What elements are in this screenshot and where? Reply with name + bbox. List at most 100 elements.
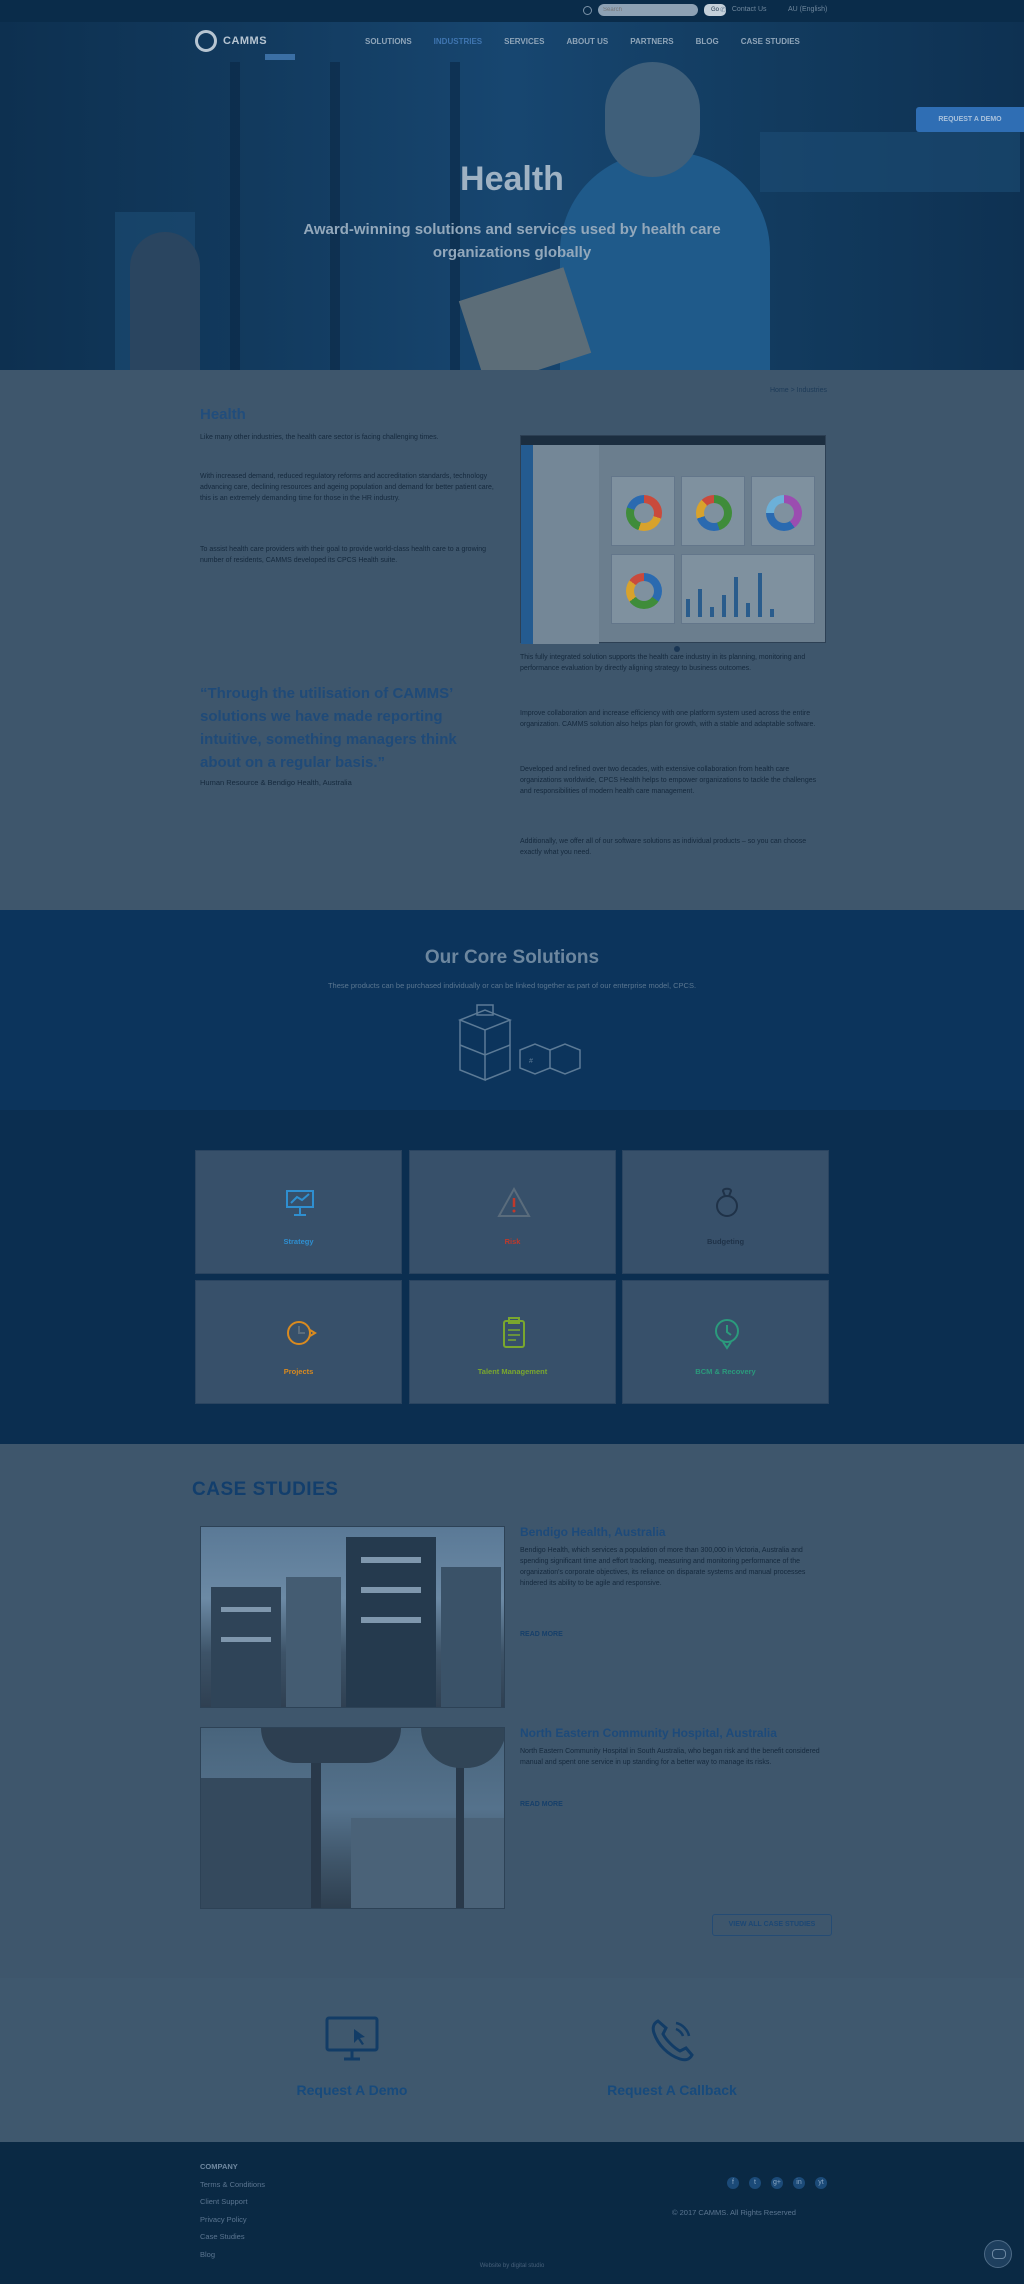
screenshot-nav-panel — [533, 445, 599, 644]
nav-item-partners[interactable]: PARTNERS — [630, 37, 673, 46]
tree-canopy — [261, 1728, 401, 1763]
phone-icon — [651, 2019, 694, 2062]
product-label: Budgeting — [706, 1237, 745, 1246]
warning-triangle-icon — [497, 1186, 531, 1217]
product-card-projects[interactable]: Projects — [195, 1280, 402, 1404]
phone-icon: ✆ — [720, 7, 726, 14]
product-card-budgeting[interactable]: Budgeting — [622, 1150, 829, 1274]
contact-link[interactable]: ✆ Contact Us — [720, 6, 767, 14]
screenshot-titlebar — [521, 436, 825, 445]
logo-accent-bar — [265, 54, 295, 60]
intro-paragraph: This fully integrated solution supports … — [520, 654, 806, 672]
case-study-image-north-eastern[interactable] — [200, 1727, 505, 1909]
tree-canopy — [421, 1728, 504, 1768]
screenshot-sidebar — [521, 445, 533, 644]
intro-paragraph: Improve collaboration and increase effic… — [520, 710, 816, 728]
product-card-bcm-recovery[interactable]: BCM & Recovery — [622, 1280, 829, 1404]
product-screenshot — [520, 435, 826, 644]
nav-item-solutions[interactable]: SOLUTIONS — [365, 37, 412, 46]
search-box: Go — [583, 4, 726, 16]
building-shape — [211, 1587, 281, 1707]
health-intro-section: Home > Industries Health Like many other… — [0, 370, 1024, 910]
request-demo-tab[interactable]: REQUEST A DEMO — [916, 107, 1024, 132]
monitor-presentation-icon — [286, 1190, 314, 1216]
intro-paragraph: To assist health care providers with the… — [200, 546, 486, 564]
read-more-link[interactable]: READ MORE — [520, 1801, 563, 1808]
request-callback-cta[interactable]: Request A Callback — [562, 2015, 782, 2098]
product-card-talent-management[interactable]: Talent Management — [409, 1280, 616, 1404]
nav-menu: SOLUTIONS INDUSTRIES SERVICES ABOUT US P… — [365, 37, 800, 46]
testimonial-quote: “Through the utilisation of CAMMS’ solut… — [200, 685, 457, 771]
google-plus-icon[interactable]: g+ — [771, 2177, 783, 2189]
read-more-link[interactable]: READ MORE — [520, 1631, 563, 1638]
social-links: f t g+ in yt — [727, 2177, 827, 2189]
product-card-risk[interactable]: Risk — [409, 1150, 616, 1274]
building-shape — [351, 1818, 504, 1908]
view-all-case-studies-button[interactable]: VIEW ALL CASE STUDIES — [712, 1914, 832, 1936]
product-cards-section: Strategy Risk Budgeting Projects Talent … — [0, 1110, 1024, 1444]
donut-chart-icon — [766, 495, 802, 531]
logo-ring-icon — [195, 30, 217, 52]
request-demo-cta[interactable]: Request A Demo — [242, 2015, 462, 2098]
breadcrumb[interactable]: Home > Industries — [770, 387, 827, 394]
powered-by[interactable]: Website by digital studio — [0, 2263, 1024, 2269]
footer-link-case-studies[interactable]: Case Studies — [200, 2228, 265, 2246]
product-label: Projects — [283, 1367, 314, 1376]
piggy-bank-icon — [716, 1187, 738, 1217]
search-input[interactable] — [598, 4, 698, 16]
footer-link-terms[interactable]: Terms & Conditions — [200, 2176, 265, 2194]
search-icon[interactable] — [583, 5, 592, 15]
donut-chart-icon — [626, 495, 662, 531]
linkedin-icon[interactable]: in — [793, 2177, 805, 2189]
nav-item-blog[interactable]: BLOG — [696, 37, 719, 46]
screenshot-donut-panel — [611, 554, 675, 624]
hero-pillar — [330, 62, 340, 370]
screenshot-donut-panel — [751, 476, 815, 546]
modular-cubes-icon: # — [457, 1004, 581, 1082]
footer-heading: COMPANY — [200, 2162, 238, 2171]
hero-pillar — [450, 62, 460, 370]
hero-pillar — [230, 62, 240, 370]
window-band — [221, 1637, 271, 1642]
donut-chart-icon — [696, 495, 732, 531]
region-selector[interactable]: AU (English) — [788, 6, 827, 13]
donut-chart-icon — [626, 573, 662, 609]
core-solutions-subtitle: These products can be purchased individu… — [327, 981, 697, 990]
youtube-icon[interactable]: yt — [815, 2177, 827, 2189]
product-card-strategy[interactable]: Strategy — [195, 1150, 402, 1274]
footer-link-blog[interactable]: Blog — [200, 2246, 265, 2264]
twitter-icon[interactable]: t — [749, 2177, 761, 2189]
nav-item-case-studies[interactable]: CASE STUDIES — [741, 37, 800, 46]
case-study-title[interactable]: North Eastern Community Hospital, Austra… — [520, 1726, 777, 1740]
core-solutions-section: Our Core Solutions These products can be… — [0, 910, 1024, 1121]
facebook-icon[interactable]: f — [727, 2177, 739, 2189]
nav-item-services[interactable]: SERVICES — [504, 37, 544, 46]
screenshot-donut-panel — [611, 476, 675, 546]
window-band — [221, 1607, 271, 1612]
camms-logo[interactable]: CAMMS — [195, 30, 295, 60]
screenshot-bar-panel — [681, 554, 815, 624]
chat-widget-icon[interactable] — [984, 2240, 1012, 2268]
copyright: © 2017 CAMMS. All Rights Reserved — [672, 2208, 796, 2217]
product-label: BCM & Recovery — [695, 1367, 756, 1376]
monitor-cursor-icon — [325, 2016, 379, 2061]
testimonial-source: Human Resource & Bendigo Health, Austral… — [200, 778, 352, 787]
footer-link-support[interactable]: Client Support — [200, 2193, 265, 2211]
case-study-title[interactable]: Bendigo Health, Australia — [520, 1525, 666, 1539]
clipboard-icon — [503, 1317, 525, 1348]
intro-paragraph: Developed and refined over two decades, … — [520, 766, 817, 795]
main-nav: CAMMS SOLUTIONS INDUSTRIES SERVICES ABOU… — [0, 22, 1024, 62]
nav-item-industries[interactable]: INDUSTRIES — [434, 37, 482, 46]
footer-link-privacy[interactable]: Privacy Policy — [200, 2211, 265, 2229]
product-label: Talent Management — [477, 1367, 548, 1376]
nav-item-about-us[interactable]: ABOUT US — [566, 37, 608, 46]
shield-icon — [715, 1319, 739, 1350]
hero-subtitle: Award-winning solutions and services use… — [303, 221, 721, 261]
case-study-image-bendigo[interactable] — [200, 1526, 505, 1708]
contact-label: Contact Us — [731, 6, 767, 13]
timeline-icon — [287, 1321, 317, 1345]
bar-chart-icon — [686, 573, 774, 617]
request-callback-label: Request A Callback — [607, 2082, 737, 2098]
product-label: Strategy — [283, 1237, 314, 1246]
case-study-summary: Bendigo Health, which services a populat… — [520, 1547, 806, 1587]
